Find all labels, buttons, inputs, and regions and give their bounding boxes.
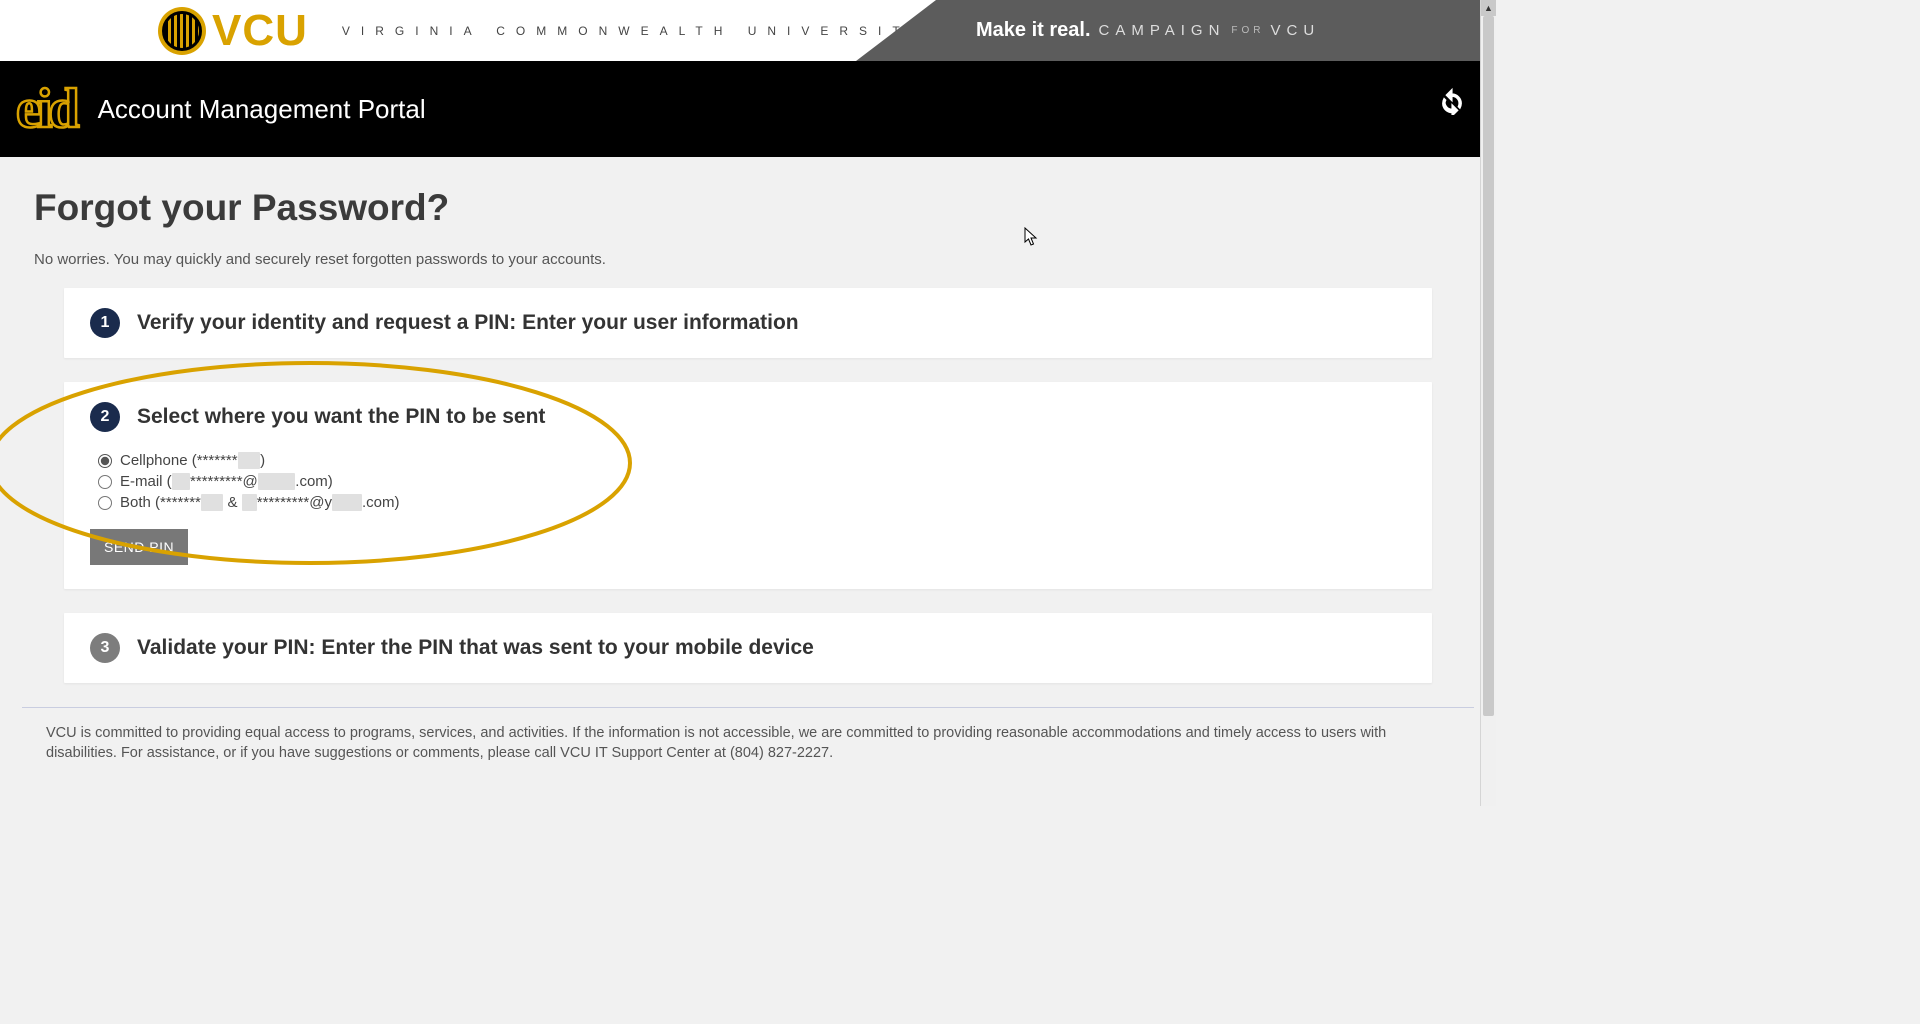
main-content: Forgot your Password? No worries. You ma…	[0, 157, 1496, 683]
step-number-2: 2	[90, 402, 120, 432]
for-text: FOR	[1231, 25, 1264, 36]
vcu-text: VCU	[1271, 22, 1321, 39]
send-pin-button[interactable]: SEND PIN	[90, 529, 188, 565]
campaign-banner[interactable]: Make it real. CAMPAIGN FOR VCU	[856, 0, 1496, 61]
radio-email[interactable]	[98, 475, 112, 489]
step-number-3: 3	[90, 633, 120, 663]
portal-header: eid Account Management Portal	[0, 61, 1496, 157]
step-3-card[interactable]: 3 Validate your PIN: Enter the PIN that …	[64, 613, 1432, 683]
portal-title: Account Management Portal	[98, 94, 426, 125]
option-cellphone-label: Cellphone (*******xxx)	[120, 452, 265, 469]
footer-divider	[22, 707, 1474, 708]
option-cellphone[interactable]: Cellphone (*******xxx)	[98, 452, 1406, 469]
option-both[interactable]: Both (*******xxx & xx*********@yxxxx.com…	[98, 494, 1406, 511]
step-2-title: Select where you want the PIN to be sent	[137, 405, 545, 429]
radio-both[interactable]	[98, 496, 112, 510]
step-1-title: Verify your identity and request a PIN: …	[137, 311, 799, 335]
vcu-logo-text: VCU	[212, 6, 308, 56]
university-full-name: VIRGINIA COMMONWEALTH UNIVERSITY	[342, 24, 930, 38]
step-number-1: 1	[90, 308, 120, 338]
step-2-card: 2 Select where you want the PIN to be se…	[64, 382, 1432, 589]
footer-accessibility-text: VCU is committed to providing equal acce…	[0, 724, 1496, 763]
option-email-label: E-mail (jxx*********@xxxxx.com)	[120, 473, 333, 490]
refresh-icon[interactable]	[1438, 87, 1466, 115]
step-3-title: Validate your PIN: Enter the PIN that wa…	[137, 636, 814, 660]
scroll-up-icon[interactable]: ▲	[1481, 0, 1496, 16]
pin-destination-options: Cellphone (*******xxx) E-mail (jxx******…	[98, 452, 1406, 511]
campaign-text: CAMPAIGN	[1099, 22, 1226, 39]
vcu-top-banner: VCU VIRGINIA COMMONWEALTH UNIVERSITY Mak…	[0, 0, 1496, 61]
vcu-logo[interactable]: VCU	[158, 6, 308, 56]
step-1-card[interactable]: 1 Verify your identity and request a PIN…	[64, 288, 1432, 358]
radio-cellphone[interactable]	[98, 454, 112, 468]
browser-scrollbar[interactable]: ▲	[1480, 0, 1496, 806]
steps-container: 1 Verify your identity and request a PIN…	[34, 288, 1462, 683]
eid-logo-icon[interactable]: eid	[16, 81, 76, 137]
scroll-thumb[interactable]	[1483, 16, 1494, 716]
page-subtitle: No worries. You may quickly and securely…	[34, 251, 1462, 268]
page-title: Forgot your Password?	[34, 187, 1462, 229]
make-it-real-text: Make it real.	[976, 19, 1091, 42]
option-email[interactable]: E-mail (jxx*********@xxxxx.com)	[98, 473, 1406, 490]
option-both-label: Both (*******xxx & xx*********@yxxxx.com…	[120, 494, 400, 511]
mouse-cursor-icon	[1024, 227, 1038, 247]
vcu-seal-icon	[158, 7, 206, 55]
